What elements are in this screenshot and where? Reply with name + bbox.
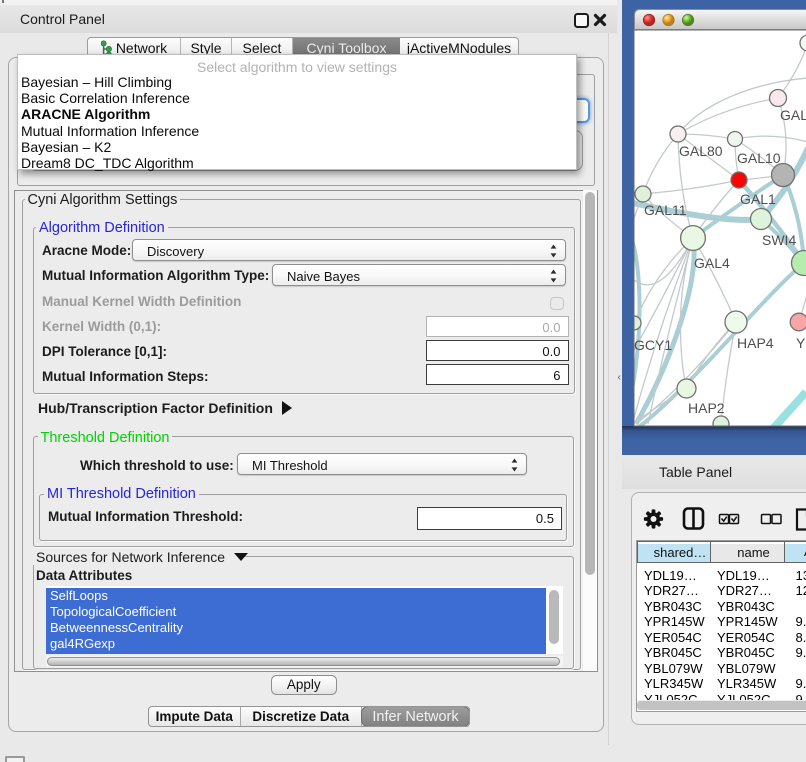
- svg-text:HAP4: HAP4: [737, 335, 774, 351]
- svg-text:GAL10: GAL10: [737, 150, 781, 166]
- svg-text:GAL11: GAL11: [644, 202, 687, 218]
- svg-text:GAL80: GAL80: [679, 143, 723, 159]
- svg-text:GCY1: GCY1: [634, 337, 672, 353]
- svg-text:GAL2: GAL2: [780, 107, 806, 123]
- svg-text:GAL1: GAL1: [740, 191, 776, 207]
- svg-text:Y: Y: [796, 335, 806, 351]
- svg-text:SWI4: SWI4: [762, 232, 796, 248]
- svg-text:HAP2: HAP2: [688, 400, 725, 416]
- svg-text:GAL4: GAL4: [694, 255, 730, 271]
